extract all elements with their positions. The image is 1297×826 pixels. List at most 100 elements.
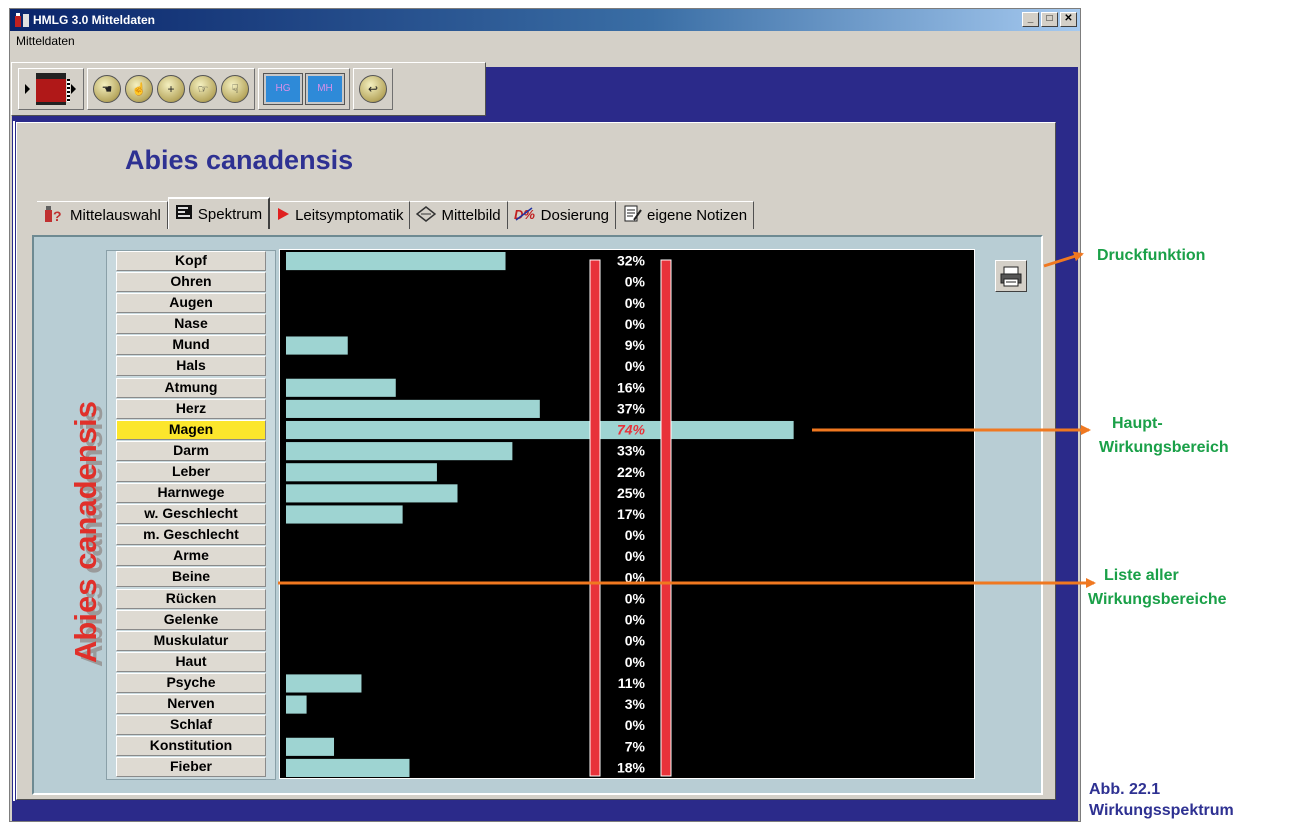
bar-6 (286, 378, 396, 397)
bar-8 (286, 420, 794, 440)
bar-23 (286, 737, 335, 756)
tab-label: Spektrum (197, 205, 263, 223)
value-label-2: 0% (625, 295, 646, 311)
hand-down-icon[interactable]: ☟ (221, 75, 249, 103)
category-item[interactable]: Konstitution (116, 736, 266, 757)
category-item[interactable]: Leber (116, 461, 266, 482)
value-label-6: 16% (617, 379, 646, 395)
bottle-question-icon: ? (43, 204, 65, 228)
menu-item-mitteldaten[interactable]: Mitteldaten (16, 34, 75, 48)
value-label-12: 17% (617, 506, 646, 522)
category-list: Kopf Ohren Augen Nase Mund Hals Atmung Herz Mage… (116, 251, 266, 778)
bar-12 (286, 505, 403, 524)
category-item[interactable]: m. Geschlecht (116, 525, 266, 546)
spectrum-chart: 32% 0% 0% 0% 9% 0% 16% 37% 74% 33% 22% 25% 17% 0% 0% 0%… (279, 249, 975, 779)
remedy-title: Abies canadensis (125, 145, 354, 175)
value-label-11: 25% (617, 485, 646, 501)
bar-10 (286, 463, 437, 482)
toolbar: ☚ ☝ + ☞ ☟ HG MH ↩ (11, 62, 486, 116)
prev-arrow-icon[interactable] (24, 78, 32, 100)
exit-icon[interactable]: ↩ (359, 75, 387, 103)
page: HMLG 3.0 Mitteldaten _ □ ✕ Mitteldaten ☚… (0, 0, 1297, 826)
panel-border (5, 121, 15, 801)
window-title: HMLG 3.0 Mitteldaten (33, 13, 156, 27)
tab-mittelauswahl[interactable]: ? Mittelauswahl (37, 201, 168, 229)
vertical-remedy-name-text: Abies canadensis (68, 401, 103, 663)
category-item[interactable]: Atmung (116, 377, 266, 398)
maximize-button[interactable]: □ (1041, 12, 1058, 27)
tab-label: Dosierung (540, 207, 610, 224)
category-item[interactable]: Herz (116, 398, 266, 419)
tab-mittelbild[interactable]: Mittelbild (410, 201, 508, 229)
app-icon (14, 12, 30, 28)
value-label-0: 32% (617, 253, 646, 269)
figure-number: Abb. 22.1 (1089, 781, 1161, 798)
annotation-print: Druckfunktion (1097, 247, 1206, 264)
value-label-20: 11% (618, 675, 646, 691)
mh-button[interactable]: MH (305, 73, 345, 105)
value-label-16: 0% (625, 590, 646, 606)
bar-0 (286, 252, 506, 271)
tab-bar: ? Mittelauswahl Spektrum Leitsymptomatik (37, 197, 755, 229)
tab-label: Leitsymptomatik (295, 207, 404, 224)
category-item[interactable]: Haut (116, 651, 266, 672)
category-item[interactable]: Beine (116, 567, 266, 588)
value-label-4: 9% (625, 337, 646, 353)
category-item[interactable]: Harnwege (116, 483, 266, 504)
tab-label: Mittelauswahl (70, 207, 161, 224)
tab-label: eigene Notizen (647, 207, 748, 224)
tab-leitsymptomatik[interactable]: Leitsymptomatik (270, 201, 411, 229)
category-item[interactable]: Nase (116, 314, 266, 335)
red-triangle-icon (276, 206, 290, 226)
category-item[interactable]: Magen (116, 419, 266, 440)
next-arrow-icon[interactable] (70, 78, 78, 100)
tab-spektrum[interactable]: Spektrum (167, 197, 271, 229)
spectrum-icon (175, 203, 193, 225)
hand-right-icon[interactable]: ☞ (189, 75, 217, 103)
plus-button[interactable]: + (157, 75, 185, 103)
value-label-17: 0% (625, 612, 646, 628)
value-label-13: 0% (625, 527, 646, 543)
bar-21 (286, 695, 307, 714)
category-item[interactable]: w. Geschlecht (116, 504, 266, 525)
tab-label: Mittelbild (441, 207, 501, 224)
remedy-book-icon[interactable] (36, 73, 70, 105)
printer-icon (1000, 266, 1022, 287)
category-item[interactable]: Psyche (116, 672, 266, 693)
category-item[interactable]: Darm (116, 440, 266, 461)
bar-11 (286, 484, 458, 503)
close-button[interactable]: ✕ (1060, 12, 1077, 27)
category-item[interactable]: Arme (116, 546, 266, 567)
category-item[interactable]: Nerven (116, 693, 266, 714)
annotation-main-1: Haupt- (1112, 415, 1163, 432)
value-label-14: 0% (625, 548, 646, 564)
spectrum-chart-svg: 32% 0% 0% 0% 9% 0% 16% 37% 74% 33% 22% 25% 17% 0% 0% 0%… (286, 252, 794, 777)
category-item[interactable]: Rücken (116, 588, 266, 609)
category-item[interactable]: Muskulatur (116, 630, 266, 651)
category-item[interactable]: Kopf (116, 251, 266, 271)
menu-bar: Mitteldaten (10, 31, 1080, 51)
category-item[interactable]: Schlaf (116, 715, 266, 736)
hand-up-icon[interactable]: ☝ (125, 75, 153, 103)
value-label-7: 37% (617, 400, 646, 416)
tab-dosierung[interactable]: D% Dosierung (507, 201, 617, 229)
category-item[interactable]: Mund (116, 335, 266, 356)
category-item[interactable]: Fieber (116, 757, 266, 778)
notes-icon (622, 205, 642, 227)
hg-button[interactable]: HG (263, 73, 303, 105)
category-item[interactable]: Ohren (116, 272, 266, 293)
category-item[interactable]: Augen (116, 293, 266, 314)
tab-eigene-notizen[interactable]: eigene Notizen (616, 201, 755, 229)
title-bar[interactable]: HMLG 3.0 Mitteldaten _ □ ✕ (10, 9, 1080, 31)
value-label-10: 22% (617, 464, 646, 480)
category-item[interactable]: Gelenke (116, 609, 266, 630)
dosage-icon: D% (514, 206, 536, 226)
hand-left-icon[interactable]: ☚ (93, 75, 121, 103)
value-label-21: 3% (625, 696, 646, 712)
print-button[interactable] (995, 260, 1027, 292)
bar-9 (286, 442, 513, 461)
category-item[interactable]: Hals (116, 356, 266, 377)
value-label-5: 0% (625, 358, 646, 374)
minimize-button[interactable]: _ (1022, 12, 1039, 27)
value-label-15: 0% (625, 569, 646, 585)
